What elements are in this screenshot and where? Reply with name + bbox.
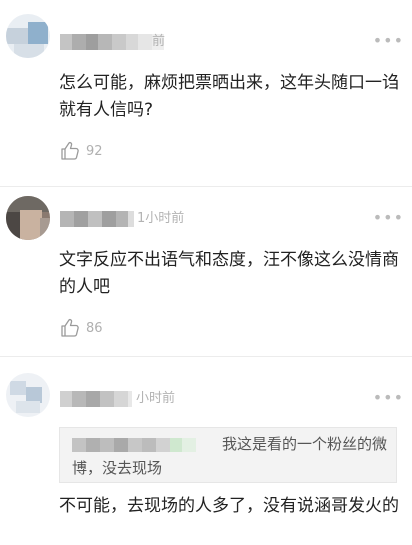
avatar[interactable] [6, 373, 50, 417]
avatar[interactable] [6, 196, 50, 240]
username-blurred[interactable] [60, 391, 132, 407]
comment-item-2: 1小时前 ••• 文字反应不出语气和态度，汪不像这么没情商的人吧 86 [0, 187, 412, 355]
comment-item-1: 前 ••• 怎么可能，麻烦把票晒出来，这年头随口一诌就有人信吗? 92 [0, 0, 412, 185]
ellipsis-icon[interactable]: ••• [373, 33, 404, 49]
like-button[interactable]: 92 [60, 140, 103, 162]
comment-time: 1小时前 [137, 211, 185, 226]
ellipsis-icon[interactable]: ••• [373, 390, 404, 406]
like-count: 92 [86, 143, 103, 159]
like-count: 86 [86, 320, 103, 336]
thumbs-up-icon [60, 318, 80, 338]
comment-text: 文字反应不出语气和态度，汪不像这么没情商的人吧 [59, 250, 399, 297]
comment-text: 怎么可能，麻烦把票晒出来，这年头随口一诌就有人信吗? [59, 73, 399, 120]
username-blurred[interactable] [60, 211, 134, 227]
thumbs-up-icon [60, 141, 80, 161]
like-button[interactable]: 86 [60, 317, 103, 339]
comment-time: 前 [152, 34, 166, 49]
avatar[interactable] [6, 14, 50, 58]
quoted-comment-text: 我这是看的一个粉丝的微博，没去现场 [72, 435, 388, 477]
username-blurred[interactable] [60, 34, 164, 50]
comment-text: 不可能，去现场的人多了，没有说涵哥发火的 [59, 496, 399, 516]
comment-time: 小时前 [136, 391, 176, 406]
reply-quote[interactable]: 我这是看的一个粉丝的微博，没去现场 [59, 427, 397, 483]
ellipsis-icon[interactable]: ••• [373, 210, 404, 226]
comment-item-3: 小时前 ••• 我这是看的一个粉丝的微博，没去现场 不可能，去现场的人多了，没有… [0, 357, 412, 545]
comment-list: 前 ••• 怎么可能，麻烦把票晒出来，这年头随口一诌就有人信吗? 92 1小时前… [0, 0, 412, 545]
